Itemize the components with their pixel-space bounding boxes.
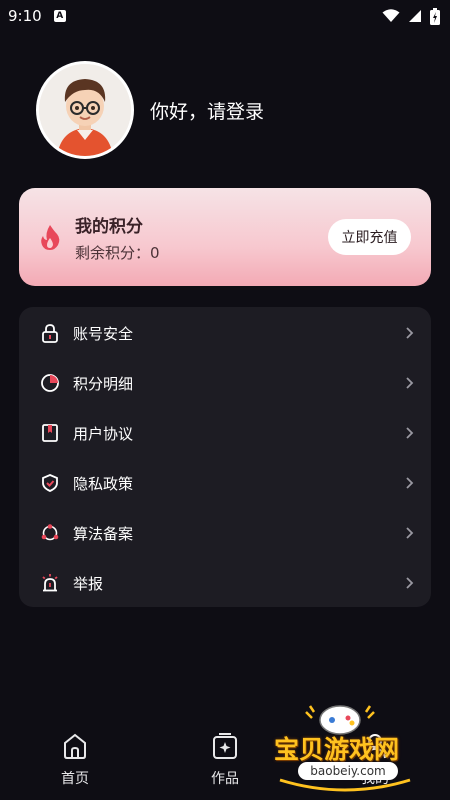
recharge-button[interactable]: 立即充值 [328, 219, 411, 255]
chevron-right-icon [406, 477, 414, 489]
cartoon-boy-avatar-icon [39, 64, 131, 156]
menu-item-user-agreement[interactable]: 用户协议 [19, 408, 431, 458]
site-watermark: 宝贝游戏网 baobeiy.com [270, 700, 430, 795]
tab-works[interactable]: 作品 [190, 732, 260, 788]
bookmark-book-icon [39, 422, 61, 444]
status-time: 9:10 [8, 7, 42, 25]
chevron-right-icon [406, 377, 414, 389]
chevron-right-icon [406, 327, 414, 339]
points-title: 我的积分 [75, 216, 143, 237]
status-bar: 9:10 A [0, 0, 450, 32]
points-card: 我的积分 剩余积分：0 立即充值 [19, 188, 431, 286]
watermark-url: baobeiy.com [298, 762, 398, 780]
menu-item-label: 隐私政策 [73, 474, 134, 493]
chevron-right-icon [406, 577, 414, 589]
chevron-right-icon [406, 427, 414, 439]
alarm-siren-icon [39, 572, 61, 594]
watermark-text: 宝贝游戏网 [274, 735, 400, 764]
shield-check-icon [39, 472, 61, 494]
signal-icon [409, 10, 421, 22]
notification-a-icon: A [53, 10, 66, 22]
menu-item-algorithm-filing[interactable]: 算法备案 [19, 508, 431, 558]
menu-item-points-detail[interactable]: 积分明细 [19, 358, 431, 408]
menu-item-label: 账号安全 [73, 324, 134, 343]
home-icon [64, 733, 86, 759]
works-sparkle-icon [213, 733, 237, 759]
settings-menu: 账号安全 积分明细 用户协议 隐私政策 算法备案 举报 [19, 307, 431, 607]
menu-item-label: 积分明细 [73, 374, 134, 393]
lock-icon [39, 322, 61, 344]
tab-label: 首页 [61, 771, 89, 787]
login-prompt[interactable]: 你好，请登录 [150, 97, 264, 124]
menu-item-label: 算法备案 [73, 524, 134, 543]
tab-home[interactable]: 首页 [40, 732, 110, 788]
network-nodes-icon [39, 522, 61, 544]
battery-icon [430, 7, 440, 25]
menu-item-label: 举报 [73, 574, 104, 593]
pie-chart-icon [39, 372, 61, 394]
chevron-right-icon [406, 527, 414, 539]
menu-item-report[interactable]: 举报 [19, 558, 431, 608]
fire-icon [41, 225, 60, 250]
menu-item-account-security[interactable]: 账号安全 [19, 308, 431, 358]
status-indicators [382, 7, 440, 25]
wifi-icon [382, 9, 400, 22]
points-remaining: 剩余积分：0 [75, 243, 160, 262]
tab-label: 作品 [211, 771, 239, 787]
menu-item-label: 用户协议 [73, 424, 134, 443]
profile-header[interactable]: 你好，请登录 [36, 61, 264, 159]
menu-item-privacy-policy[interactable]: 隐私政策 [19, 458, 431, 508]
avatar[interactable] [36, 61, 134, 159]
